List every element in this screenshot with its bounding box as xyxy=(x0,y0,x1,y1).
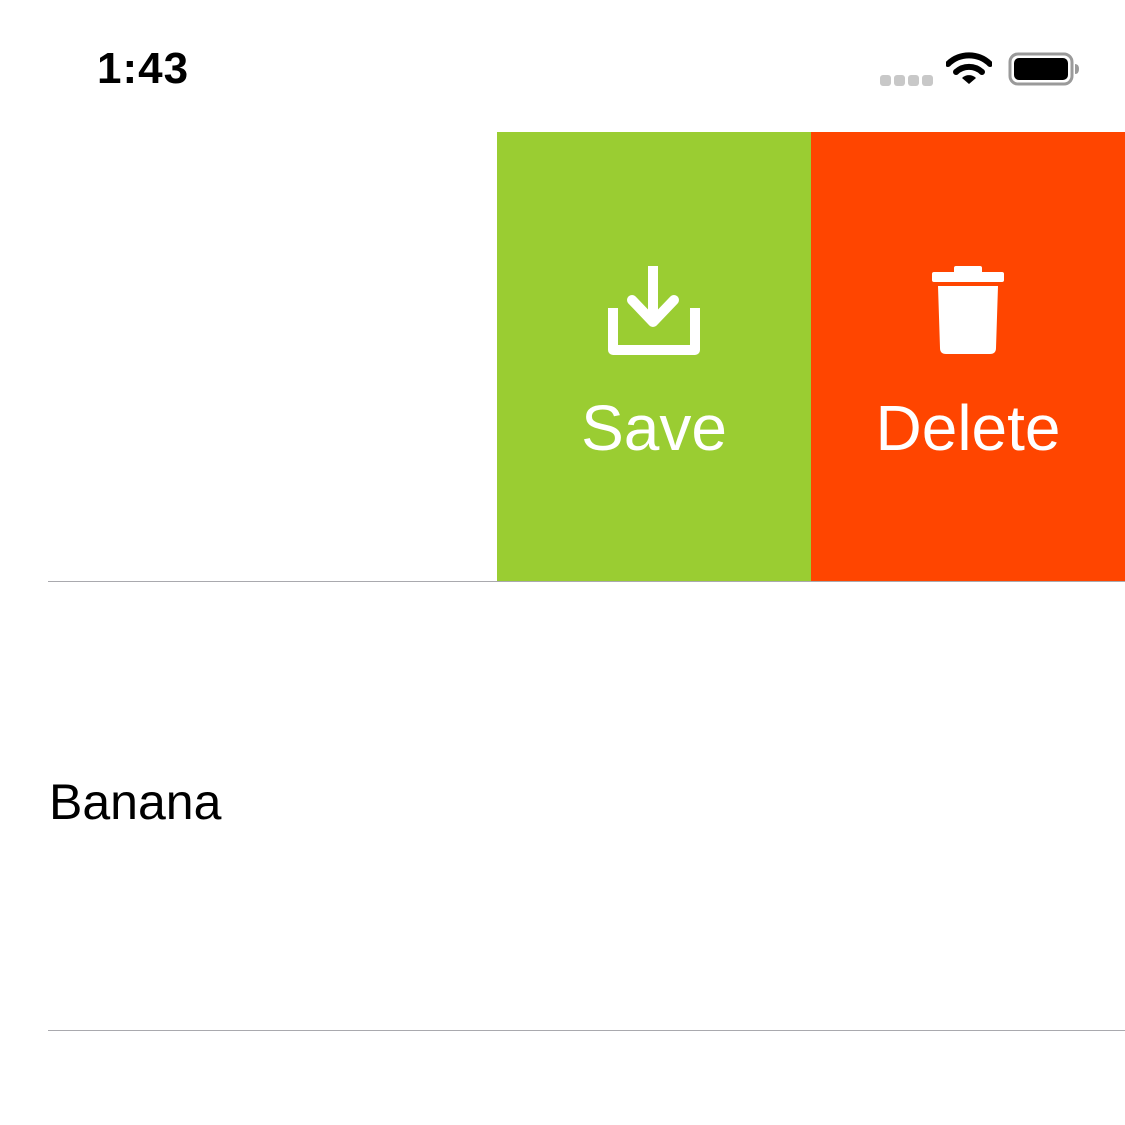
status-time: 1:43 xyxy=(97,44,190,93)
app-screen: 1:43 Save Delete Banana xyxy=(0,0,1125,1125)
status-bar: 1:43 xyxy=(0,0,1125,132)
battery-icon xyxy=(1008,52,1079,86)
list-item[interactable]: Banana xyxy=(0,582,1125,1030)
delete-button[interactable]: Delete xyxy=(811,132,1125,581)
cellular-signal-icon xyxy=(880,75,934,87)
wifi-icon xyxy=(946,52,992,84)
list-item-swiped[interactable]: Save Delete xyxy=(0,132,1125,581)
delete-label: Delete xyxy=(875,392,1061,464)
save-label: Save xyxy=(581,392,727,464)
list-item-label: Banana xyxy=(49,774,222,830)
save-button[interactable]: Save xyxy=(497,132,811,581)
trash-icon xyxy=(932,266,1004,354)
download-tray-icon xyxy=(608,266,700,355)
row-separator xyxy=(48,1030,1125,1031)
